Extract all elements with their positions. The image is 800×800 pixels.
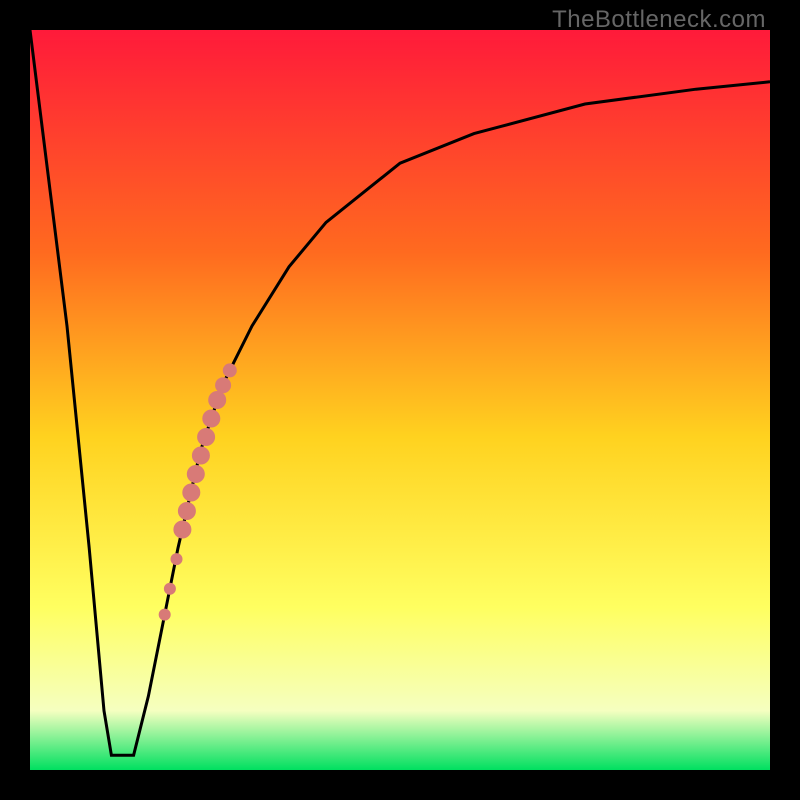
data-marker xyxy=(173,521,191,539)
chart-frame: TheBottleneck.com xyxy=(0,0,800,800)
bottleneck-curve xyxy=(30,30,770,770)
data-marker xyxy=(197,428,215,446)
data-marker xyxy=(208,391,226,409)
data-marker xyxy=(223,363,237,377)
data-marker xyxy=(187,465,205,483)
data-marker xyxy=(164,583,176,595)
data-marker xyxy=(159,609,171,621)
data-marker xyxy=(178,502,196,520)
plot-area xyxy=(30,30,770,770)
data-marker xyxy=(192,447,210,465)
data-marker xyxy=(182,484,200,502)
data-marker xyxy=(215,377,231,393)
data-marker xyxy=(202,410,220,428)
data-marker xyxy=(171,553,183,565)
